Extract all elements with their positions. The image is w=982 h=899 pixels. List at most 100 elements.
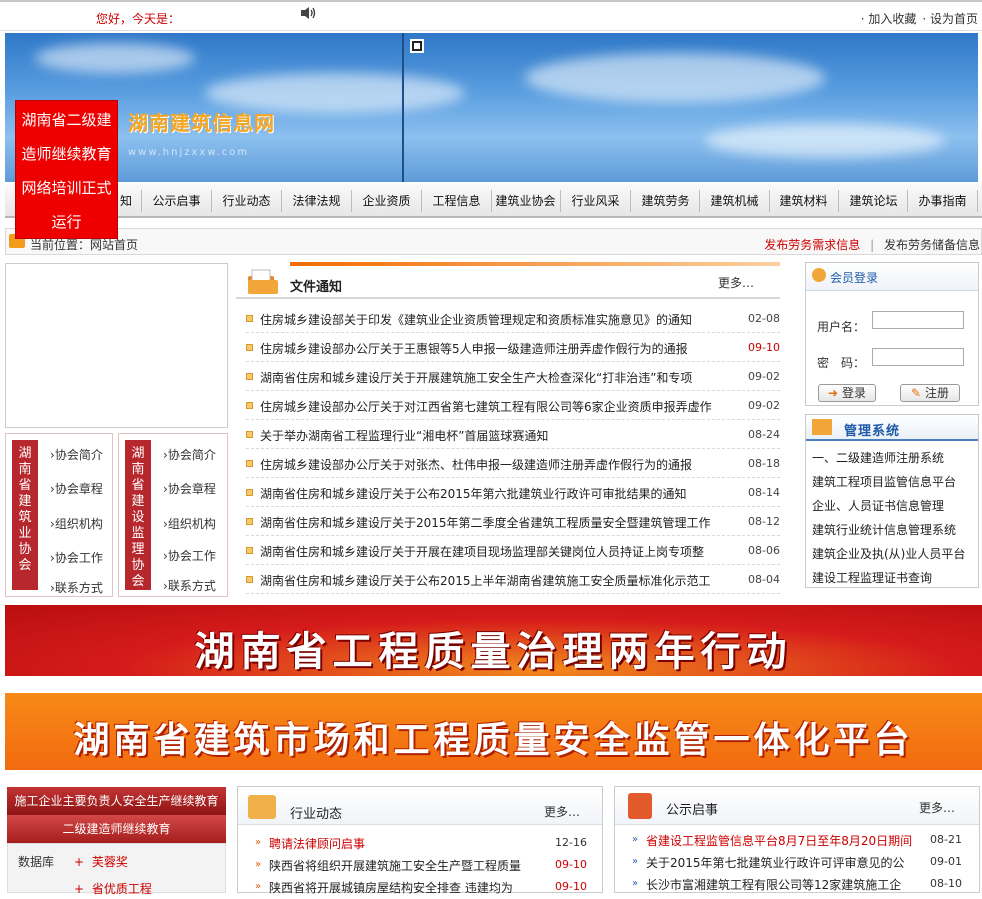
notice-item[interactable]: 住房城乡建设部办公厅关于对张杰、杜伟申报一级建造师注册弄虚作假行为的通报 08-1… <box>246 449 780 478</box>
notice-text[interactable]: 湖南省住房和城乡建设厅关于2015年第二季度全省建筑工程质量安全暨建筑管理工作 <box>260 514 711 531</box>
association-link[interactable]: ›协会简介 <box>50 446 103 463</box>
banner-divider <box>402 33 404 182</box>
quality-campaign-banner[interactable]: 湖南省工程质量治理两年行动 <box>5 605 982 676</box>
database-item[interactable]: + 芙蓉奖 <box>74 853 128 870</box>
industry-item[interactable]: » 陕西省将组织开展建筑施工安全生产暨工程质量 09-10 <box>255 855 587 877</box>
nav-item-labor[interactable]: 建筑劳务 <box>631 184 700 218</box>
announcement-text[interactable]: 省建设工程监管信息平台8月7日至年8月20日期间 <box>646 832 912 849</box>
nav-item-notices[interactable]: 公示启事 <box>142 184 211 218</box>
announcement-text[interactable]: 长沙市富湘建筑工程有限公司等12家建筑施工企 <box>646 876 901 893</box>
industry-item[interactable]: » 陕西省将开展城镇房屋结构安全排查 违建均为 09-10 <box>255 877 587 899</box>
nav-item-materials[interactable]: 建筑材料 <box>769 184 838 218</box>
association-link[interactable]: ›协会章程 <box>163 480 216 497</box>
notice-text[interactable]: 住房城乡建设部办公厅关于王惠银等5人申报一级建造师注册弄虚作假行为的通报 <box>260 340 688 357</box>
set-homepage-link[interactable]: · 设为首页 <box>922 12 978 26</box>
notice-text[interactable]: 湖南省住房和城乡建设厅关于公布2015年第六批建筑业行政许可审批结果的通知 <box>260 485 687 502</box>
management-link[interactable]: 一、二级建造师注册系统 <box>812 449 944 466</box>
notice-item[interactable]: 关于举办湖南省工程监理行业“湘电杯”首届篮球赛通知 08-24 <box>246 420 780 449</box>
post-labor-demand-link[interactable]: 发布劳务需求信息 <box>764 238 860 252</box>
association-link[interactable]: ›协会简介 <box>163 446 216 463</box>
industry-text[interactable]: 聘请法律顾问启事 <box>269 835 365 852</box>
safety-education-link[interactable]: 施工企业主要负责人安全生产继续教育 <box>7 787 226 815</box>
notice-text[interactable]: 湖南省住房和城乡建设厅关于开展建筑施工安全生产大检查深化“打非治违”和专项 <box>260 369 692 386</box>
announcement-date: 08-21 <box>930 833 962 846</box>
notice-item[interactable]: 住房城乡建设部关于印发《建筑业企业资质管理规定和资质标准实施意见》的通知 02-0… <box>246 304 780 333</box>
notice-item[interactable]: 住房城乡建设部办公厅关于对江西省第七建筑工程有限公司等6家企业资质申报弄虚作 09… <box>246 391 780 420</box>
username-input[interactable] <box>872 311 964 329</box>
notice-item[interactable]: 湖南省住房和城乡建设厅关于2015年第二季度全省建筑工程质量安全暨建筑管理工作 0… <box>246 507 780 536</box>
database-item[interactable]: + 省优质工程 <box>74 880 152 897</box>
nav-item[interactable]: 知 <box>115 184 137 218</box>
login-button-label: 登录 <box>841 386 866 400</box>
bullet-icon <box>246 576 253 583</box>
nav-item-forum[interactable]: 建筑论坛 <box>839 184 908 218</box>
association-box: 湖南省建筑业协会 ›协会简介 ›协会章程 ›组织机构 ›协会工作 ›联系方式 <box>5 433 113 597</box>
association-link[interactable]: ›联系方式 <box>50 579 103 596</box>
industry-date: 09-10 <box>555 858 587 871</box>
training-popup[interactable]: 湖南省二级建 造师继续教育 网络培训正式 运行 <box>15 100 118 239</box>
close-icon[interactable] <box>410 39 424 53</box>
main-nav: 知 公示启事 行业动态 法律法规 企业资质 工程信息 建筑业协会 行业风采 建筑… <box>5 184 982 218</box>
announcement-text[interactable]: 关于2015年第七批建筑业行政许可评审意见的公 <box>646 854 905 871</box>
notice-text[interactable]: 住房城乡建设部办公厅关于对江西省第七建筑工程有限公司等6家企业资质申报弄虚作 <box>260 398 712 415</box>
nav-item-laws[interactable]: 法律法规 <box>282 184 351 218</box>
industry-item[interactable]: » 聘请法律顾问启事 12-16 <box>255 833 587 855</box>
add-favorite-link[interactable]: · 加入收藏 <box>861 12 917 26</box>
association-title[interactable]: 湖南省建筑业协会 <box>12 440 38 590</box>
announcement-item[interactable]: » 关于2015年第七批建筑业行政许可评审意见的公 09-01 <box>632 852 962 874</box>
industry-text[interactable]: 陕西省将组织开展建筑施工安全生产暨工程质量 <box>269 857 521 874</box>
nav-item-showcase[interactable]: 行业风采 <box>561 184 630 218</box>
notice-item[interactable]: 湖南省住房和城乡建设厅关于开展在建项目现场监理部关键岗位人员持证上岗专项整 08-… <box>246 536 780 565</box>
nav-item-qualification[interactable]: 企业资质 <box>352 184 421 218</box>
password-input[interactable] <box>872 348 964 366</box>
association-link[interactable]: ›组织机构 <box>50 515 103 532</box>
bullet-icon <box>246 344 253 351</box>
site-logo[interactable]: 湖南建筑信息网 <box>128 107 275 136</box>
announcements-more-link[interactable]: 更多… <box>919 799 955 816</box>
speaker-icon[interactable] <box>300 6 316 20</box>
notice-item[interactable]: 湖南省住房和城乡建设厅关于开展建筑施工安全生产大检查深化“打非治违”和专项 09-… <box>246 362 780 391</box>
image-placeholder[interactable] <box>5 263 228 428</box>
management-link[interactable]: 建筑行业统计信息管理系统 <box>812 521 956 538</box>
bullet-icon <box>246 489 253 496</box>
quality-banner-text: 湖南省工程质量治理两年行动 <box>194 628 793 675</box>
notice-more-link[interactable]: 更多… <box>718 274 754 291</box>
management-link[interactable]: 建筑工程项目监管信息平台 <box>812 473 956 490</box>
notice-text[interactable]: 湖南省住房和城乡建设厅关于开展在建项目现场监理部关键岗位人员持证上岗专项整 <box>260 543 704 560</box>
bullet-icon <box>246 431 253 438</box>
notice-date: 02-08 <box>748 312 780 325</box>
constructor-education-link[interactable]: 二级建造师继续教育 <box>7 815 226 843</box>
password-label: 密 码： <box>817 356 866 370</box>
announcement-item[interactable]: » 省建设工程监管信息平台8月7日至年8月20日期间 08-21 <box>632 830 962 852</box>
post-labor-reserve-link[interactable]: 发布劳务储备信息 <box>884 238 980 252</box>
industry-date: 12-16 <box>555 836 587 849</box>
management-link[interactable]: 建筑企业及执(从)业人员平台 <box>812 545 965 562</box>
nav-item-association[interactable]: 建筑业协会 <box>491 184 560 218</box>
association-title[interactable]: 湖南省建设监理协会 <box>125 440 151 590</box>
nav-item-machinery[interactable]: 建筑机械 <box>700 184 769 218</box>
management-link[interactable]: 建设工程监理证书查询 <box>812 569 932 586</box>
notice-item[interactable]: 住房城乡建设部办公厅关于王惠银等5人申报一级建造师注册弄虚作假行为的通报 09-1… <box>246 333 780 362</box>
notice-item[interactable]: 湖南省住房和城乡建设厅关于公布2015上半年湖南省建筑施工安全质量标准化示范工 0… <box>246 565 780 594</box>
nav-item-projects[interactable]: 工程信息 <box>422 184 491 218</box>
association-link[interactable]: ›协会工作 <box>50 549 103 566</box>
association-link[interactable]: ›联系方式 <box>163 577 216 594</box>
association-link[interactable]: ›协会工作 <box>163 547 216 564</box>
notepad-icon <box>628 793 652 819</box>
association-link[interactable]: ›组织机构 <box>163 515 216 532</box>
login-button[interactable]: ➜ 登录 <box>818 384 876 402</box>
industry-text[interactable]: 陕西省将开展城镇房屋结构安全排查 违建均为 <box>269 879 513 896</box>
nav-item-guide[interactable]: 办事指南 <box>908 184 977 218</box>
association-link[interactable]: ›协会章程 <box>50 480 103 497</box>
notice-text[interactable]: 住房城乡建设部关于印发《建筑业企业资质管理规定和资质标准实施意见》的通知 <box>260 311 692 328</box>
nav-item-industry[interactable]: 行业动态 <box>212 184 281 218</box>
notice-text[interactable]: 湖南省住房和城乡建设厅关于公布2015上半年湖南省建筑施工安全质量标准化示范工 <box>260 572 711 589</box>
regulatory-platform-banner[interactable]: 湖南省建筑市场和工程质量安全监管一体化平台 <box>5 693 982 770</box>
notice-item[interactable]: 湖南省住房和城乡建设厅关于公布2015年第六批建筑业行政许可审批结果的通知 08-… <box>246 478 780 507</box>
notice-text[interactable]: 住房城乡建设部办公厅关于对张杰、杜伟申报一级建造师注册弄虚作假行为的通报 <box>260 456 692 473</box>
notice-text[interactable]: 关于举办湖南省工程监理行业“湘电杯”首届篮球赛通知 <box>260 427 548 444</box>
notice-date: 08-14 <box>748 486 780 499</box>
industry-more-link[interactable]: 更多… <box>544 803 580 820</box>
management-link[interactable]: 企业、人员证书信息管理 <box>812 497 944 514</box>
register-button[interactable]: ✎ 注册 <box>900 384 960 402</box>
